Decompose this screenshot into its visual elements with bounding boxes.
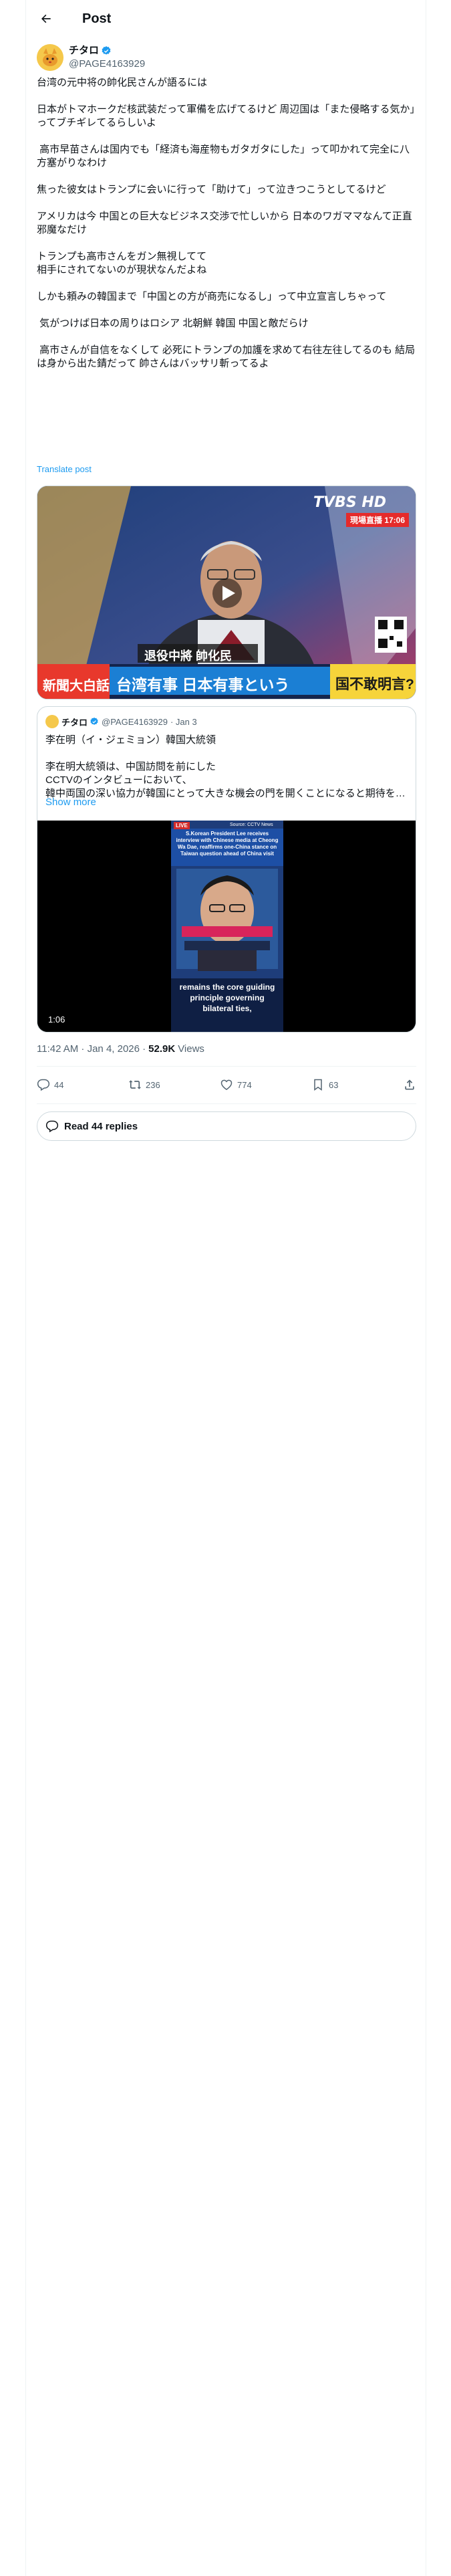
live-badge: LIVE [174, 822, 190, 829]
post-video[interactable]: TVBS HD 現場直播 17:06 退役中將 帥化民 新聞大白話 台湾有事 日… [37, 486, 416, 700]
reply-count: 44 [54, 1079, 64, 1090]
live-time-badge: 現場直播 17:06 [345, 513, 409, 527]
repost-button[interactable]: 236 [128, 1078, 168, 1091]
bookmark-button[interactable]: 63 [311, 1078, 351, 1091]
subtitle-line-3: bilateral ties, [202, 1004, 252, 1013]
reply-icon [37, 1079, 50, 1091]
read-replies-button[interactable]: Read 44 replies [37, 1111, 416, 1141]
view-count: 52.9K [148, 1043, 176, 1055]
views-label: Views [178, 1043, 204, 1055]
divider [37, 1103, 416, 1104]
quoted-post-header: チタロ @PAGE4163929 · Jan 3 [45, 715, 197, 728]
like-count: 774 [237, 1079, 252, 1090]
video-duration: 1:06 [48, 1014, 65, 1025]
top-bar: Post [26, 0, 427, 37]
quoted-post[interactable]: チタロ @PAGE4163929 · Jan 3 李在明（イ・ジェミョン）韓国大… [37, 706, 416, 1033]
speaker-caption: 退役中將 帥化民 [144, 649, 233, 663]
show-more-link[interactable]: Show more [45, 796, 96, 808]
avatar[interactable] [37, 44, 63, 71]
topic-banner-end: 国不敢明言? [335, 677, 414, 692]
quoted-author-name: チタロ [61, 717, 88, 728]
subtitle-line-1: remains the core guiding [179, 982, 275, 992]
video-headline: S.Korean President Lee receives intervie… [176, 831, 279, 857]
bookmark-icon [314, 1079, 322, 1091]
topic-banner: 台湾有事 日本有事という [116, 676, 290, 693]
video-source-label: Source: CCTV News [230, 823, 273, 827]
action-bar: 44 236 774 63 [37, 1066, 416, 1103]
program-logo: 新聞大白話 [43, 679, 110, 693]
back-button[interactable] [34, 7, 58, 31]
repost-icon [128, 1080, 142, 1089]
author-block: チタロ @PAGE4163929 [37, 44, 145, 71]
quoted-post-date: · Jan 3 [170, 716, 197, 727]
like-button[interactable]: 774 [220, 1078, 260, 1091]
channel-logo: TVBS HD [313, 494, 386, 511]
author-handle[interactable]: @PAGE4163929 [69, 58, 145, 71]
quoted-video[interactable]: LIVE Source: CCTV News S.Korean Presiden… [37, 821, 416, 1032]
bookmark-count: 63 [329, 1079, 339, 1090]
post-meta: 11:42 AM · Jan 4, 2026 · 52.9K Views [37, 1043, 204, 1055]
reply-button[interactable]: 44 [37, 1078, 77, 1091]
author-name[interactable]: チタロ [69, 44, 99, 58]
translate-post-link[interactable]: Translate post [37, 464, 92, 474]
read-replies-label: Read 44 replies [64, 1120, 138, 1132]
repost-count: 236 [146, 1079, 160, 1090]
share-button[interactable] [403, 1078, 416, 1091]
post-text: 台湾の元中将の帥化民さんが語るには 日本がトマホークだ核武装だって軍備を広げてる… [37, 77, 416, 369]
main-column: Post チタロ @PAGE4163929 台湾の元中将の帥化民さんが語るには … [25, 0, 426, 2576]
verified-badge-icon [90, 717, 99, 726]
post-timestamp[interactable]: 11:42 AM · Jan 4, 2026 · [37, 1043, 146, 1055]
quoted-avatar [45, 715, 59, 728]
arrow-left-icon [41, 14, 51, 23]
subtitle-line-2: principle governing [190, 993, 265, 1002]
quoted-post-text: 李在明（イ・ジェミョン）韓国大統領 李在明大統領は、中国訪問を前にした CCTV… [45, 734, 406, 799]
quoted-author-handle: @PAGE4163929 [102, 716, 168, 727]
share-icon [405, 1079, 414, 1090]
heart-icon [220, 1079, 233, 1090]
reply-icon [45, 1120, 59, 1133]
page-title: Post [82, 11, 112, 26]
verified-badge-icon [101, 45, 112, 56]
cat-avatar-icon [37, 44, 63, 71]
